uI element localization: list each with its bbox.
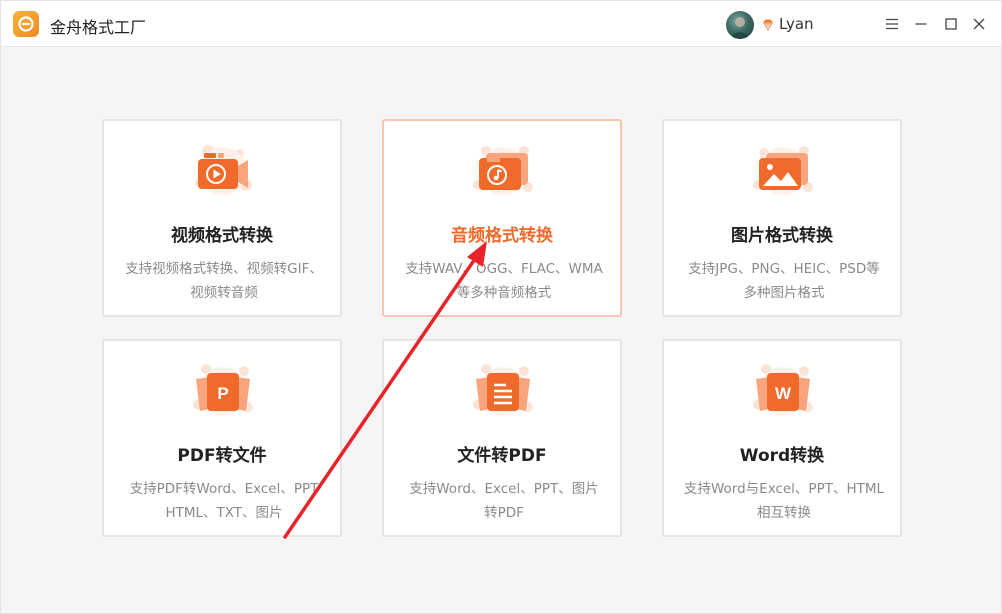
user-name[interactable]: Lyan [779,15,814,33]
user-avatar[interactable] [726,11,754,39]
card-description-line: 等多种音频格式 [456,285,552,301]
image-icon [750,141,816,201]
card-description-line: 支持视频格式转换、视频转GIF、 [125,261,323,277]
minimize-button[interactable] [911,14,931,34]
card-title: 视频格式转换 [171,226,273,246]
card-file-to-pdf[interactable]: 文件转PDF 支持Word、Excel、PPT、图片 转PDF [382,339,622,537]
close-button[interactable] [969,14,989,34]
card-description-line: 支持WAV、OGG、FLAC、WMA [405,261,603,277]
app-window: 金舟格式工厂 Lyan 视频格式转换 支持视频格式转换、视频转GIF、 视频转音… [0,0,1002,614]
card-pdf-to-file[interactable]: P PDF转文件 支持PDF转Word、Excel、PPT HTML、TXT、图… [102,339,342,537]
app-title: 金舟格式工厂 [50,18,147,37]
pdf-p-icon: P [190,361,256,421]
maximize-button[interactable] [941,14,961,34]
maximize-icon [945,18,957,30]
title-bar: 金舟格式工厂 Lyan [1,1,1001,47]
card-description-line: 支持JPG、PNG、HEIC、PSD等 [688,261,880,277]
card-title: Word转换 [739,446,825,466]
card-description: 支持PDF转Word、Excel、PPT HTML、TXT、图片 [114,477,334,525]
word-letter: W [775,384,792,403]
card-title: 图片格式转换 [731,226,833,246]
card-image-convert[interactable]: 图片格式转换 支持JPG、PNG、HEIC、PSD等 多种图片格式 [662,119,902,317]
video-play-icon [190,141,256,201]
card-title: PDF转文件 [177,446,267,466]
pdf-letter: P [217,384,228,403]
card-description: 支持WAV、OGG、FLAC、WMA 等多种音频格式 [394,257,614,305]
card-description: 支持Word、Excel、PPT、图片 转PDF [394,477,614,525]
card-word-convert[interactable]: W Word转换 支持Word与Excel、PPT、HTML 相互转换 [662,339,902,537]
menu-button[interactable] [882,14,902,34]
card-description: 支持Word与Excel、PPT、HTML 相互转换 [674,477,894,525]
card-title: 音频格式转换 [451,226,553,246]
card-description-line: 转PDF [484,505,524,521]
card-title: 文件转PDF [457,446,547,466]
vip-diamond-icon [761,17,775,31]
card-description-line: 相互转换 [757,505,811,521]
card-description-line: 支持Word、Excel、PPT、图片 [409,481,599,497]
minimize-icon [915,23,927,25]
card-description: 支持视频格式转换、视频转GIF、 视频转音频 [114,257,334,305]
document-lines-icon [470,361,536,421]
card-description-line: 支持Word与Excel、PPT、HTML [683,481,885,497]
hamburger-menu-icon [886,18,898,30]
card-audio-convert[interactable]: 音频格式转换 支持WAV、OGG、FLAC、WMA 等多种音频格式 [382,119,622,317]
word-w-icon: W [750,361,816,421]
card-description-line: HTML、TXT、图片 [165,505,283,521]
app-logo-icon [13,11,39,37]
close-icon [973,18,985,30]
music-note-icon [470,141,536,201]
card-description: 支持JPG、PNG、HEIC、PSD等 多种图片格式 [674,257,894,305]
card-video-convert[interactable]: 视频格式转换 支持视频格式转换、视频转GIF、 视频转音频 [102,119,342,317]
card-description-line: 支持PDF转Word、Excel、PPT [129,481,319,497]
card-description-line: 视频转音频 [190,285,258,301]
card-description-line: 多种图片格式 [743,285,825,301]
